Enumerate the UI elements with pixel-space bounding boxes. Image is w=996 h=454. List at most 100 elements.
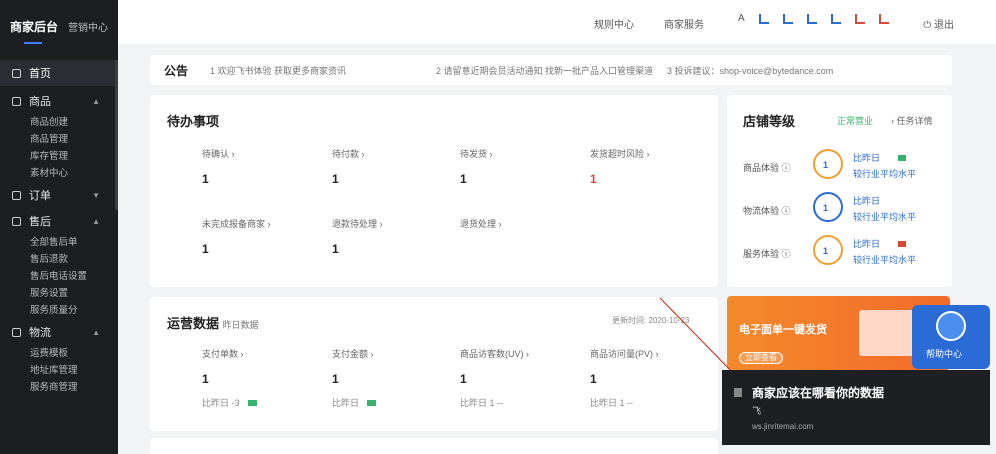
up-indicator — [898, 155, 907, 161]
metric-label[interactable]: 服务体验 ⓘ — [743, 247, 791, 260]
shop-status: 正常营业 — [837, 116, 874, 126]
bottom-card — [150, 438, 718, 454]
help-label: 帮助中心 — [926, 349, 963, 359]
ops-title: 运营数据 昨日数据 — [167, 313, 259, 332]
shop-level-title: 店铺等级 — [743, 114, 796, 129]
ops-item[interactable]: 支付金额 › 1 比昨日 — [332, 347, 377, 409]
message-icon[interactable] — [758, 13, 769, 24]
todo-item[interactable]: 待发货 › 1 — [460, 147, 493, 186]
logout-icon: ⏻ — [923, 20, 934, 31]
nav-goods-label: 商品 — [29, 96, 51, 108]
banner-view-button[interactable]: 立即查看 — [739, 352, 783, 364]
nav-aftersale[interactable]: 售后 ▲ — [0, 210, 118, 232]
chevron-down-icon: ▼ — [92, 190, 100, 200]
notice-title: 公告 — [164, 63, 189, 78]
score-ring: 1 — [813, 149, 843, 179]
todo-item[interactable]: 待确认 › 1 — [202, 147, 235, 186]
nav-orders[interactable]: 订单 ▼ — [0, 184, 118, 206]
account-prefix: A — [738, 13, 745, 24]
score-value: 1 — [823, 160, 829, 170]
apps-icon[interactable] — [830, 13, 841, 24]
metric-industry: 较行业平均水平 — [853, 169, 917, 179]
download-icon[interactable] — [806, 13, 817, 24]
todo-item[interactable]: 发货超时风险 › 1 — [590, 147, 650, 186]
ops-title-text: 运营数据 — [167, 316, 220, 331]
metric-row: 服务体验 ⓘ 1 比昨日 较行业平均水平 — [743, 233, 943, 273]
notice-item[interactable]: 2 请留意近期会员活动通知 找新一批产品入口管理渠道 — [436, 64, 653, 77]
document-icon — [734, 388, 742, 397]
notice-item[interactable]: 1 欢迎飞书体验 获取更多商家资讯 — [210, 64, 346, 77]
nav-group-aftersale: 售后 ▲ 全部售后单 售后退款 售后电话设置 服务设置 服务质量分 — [0, 210, 118, 317]
todo-title: 待办事项 — [167, 114, 220, 129]
nav-sub-item[interactable]: 服务质量分 — [0, 300, 118, 317]
notice-item[interactable]: 3 投诉建议：shop-voice@bytedance.com — [667, 64, 833, 77]
sidebar: 商家后台 营销中心 首页 商品 ▲ 商品创建 商品管理 库存管理 素材中心 订单… — [0, 0, 118, 454]
merchant-service-link[interactable]: 商家服务 — [664, 16, 704, 31]
metric-industry: 较行业平均水平 — [853, 212, 917, 222]
brand-underline — [24, 42, 42, 44]
nav-sub-item[interactable]: 售后电话设置 — [0, 266, 118, 283]
ops-label: 支付金额 › — [332, 349, 374, 359]
todo-item[interactable]: 未完成报备商家 › 1 — [202, 217, 271, 256]
todo-item[interactable]: 退款待处理 › 1 — [332, 217, 383, 256]
shop-level-card: 店铺等级 正常营业 › 任务详情 商品体验 ⓘ 1 比昨日 较行业平均水平 物流… — [727, 95, 952, 287]
topbar: 规则中心 商家服务 A ⏻ 退出 — [118, 0, 996, 44]
metric-compare-label: 比昨日 — [853, 239, 881, 249]
ops-compare-text: 比昨日 — [332, 398, 360, 408]
rules-center-link[interactable]: 规则中心 — [594, 16, 634, 31]
metric-industry: 较行业平均水平 — [853, 255, 917, 265]
metric-label[interactable]: 商品体验 ⓘ — [743, 161, 791, 174]
nav-sub-item[interactable]: 库存管理 — [0, 146, 118, 163]
nav-group-logistics: 物流 ▲ 运费模板 地址库管理 服务商管理 — [0, 321, 118, 394]
nav-sub-item[interactable]: 运费模板 — [0, 343, 118, 360]
todo-label: 待发货 › — [460, 149, 493, 159]
todo-label: 待确认 › — [202, 149, 235, 159]
nav-sub-item[interactable]: 服务商管理 — [0, 377, 118, 394]
nav-sub-item[interactable]: 素材中心 — [0, 163, 118, 180]
nav-sub-item[interactable]: 售后退款 — [0, 249, 118, 266]
account-area: A — [738, 13, 889, 24]
todo-label: 未完成报备商家 › — [202, 219, 271, 229]
notification-icon[interactable] — [782, 13, 793, 24]
help-center-button[interactable]: 帮助中心 — [912, 305, 990, 369]
metric-compare-label: 比昨日 — [853, 153, 881, 163]
metric-compare: 比昨日 — [853, 151, 907, 164]
ops-value: 1 — [460, 372, 467, 386]
help-icon — [936, 311, 966, 341]
ops-value: 1 — [590, 372, 597, 386]
ops-item[interactable]: 支付单数 › 1 比昨日 -3 — [202, 347, 257, 409]
shop-icon[interactable] — [878, 13, 889, 24]
ops-compare: 比昨日 1 -- — [460, 398, 504, 408]
metric-label[interactable]: 物流体验 ⓘ — [743, 204, 791, 217]
ops-label: 支付单数 › — [202, 349, 244, 359]
ops-compare-text: 比昨日 -3 — [202, 398, 240, 408]
nav-sub-item[interactable]: 地址库管理 — [0, 360, 118, 377]
ops-item[interactable]: 商品访客数(UV) › 1 比昨日 1 -- — [460, 347, 529, 409]
banner-title: 电子面单一键发货 — [739, 324, 827, 336]
todo-label: 退货处理 › — [460, 219, 502, 229]
nav-home[interactable]: 首页 — [0, 60, 118, 86]
todo-label: 待付款 › — [332, 149, 365, 159]
nav-sub-item[interactable]: 服务设置 — [0, 283, 118, 300]
ops-item[interactable]: 商品访问量(PV) › 1 比昨日 1 -- — [590, 347, 659, 409]
brand-subtitle[interactable]: 营销中心 — [68, 19, 108, 34]
metric-row: 商品体验 ⓘ 1 比昨日 较行业平均水平 — [743, 147, 943, 187]
nav-sub-item[interactable]: 商品创建 — [0, 112, 118, 129]
logout-button[interactable]: ⏻ 退出 — [923, 16, 954, 31]
tip-url[interactable]: ws.jinritemai.com — [752, 422, 813, 431]
nav-logistics[interactable]: 物流 ▲ — [0, 321, 118, 343]
nav-sub-item[interactable]: 全部售后单 — [0, 232, 118, 249]
ops-subtitle: 昨日数据 — [222, 320, 259, 330]
todo-value: 1 — [332, 172, 339, 186]
alert-icon[interactable] — [854, 13, 865, 24]
task-detail-link[interactable]: › 任务详情 — [891, 114, 933, 127]
nav-sub-item[interactable]: 商品管理 — [0, 129, 118, 146]
nav-goods[interactable]: 商品 ▲ — [0, 90, 118, 112]
metric-compare: 比昨日 — [853, 237, 907, 250]
todo-value: 1 — [202, 242, 209, 256]
nav-group-goods: 商品 ▲ 商品创建 商品管理 库存管理 素材中心 — [0, 90, 118, 180]
todo-item[interactable]: 退货处理 › — [460, 217, 502, 242]
sidebar-scrollbar[interactable] — [115, 60, 118, 210]
brand-title: 商家后台 — [10, 19, 59, 34]
todo-item[interactable]: 待付款 › 1 — [332, 147, 365, 186]
